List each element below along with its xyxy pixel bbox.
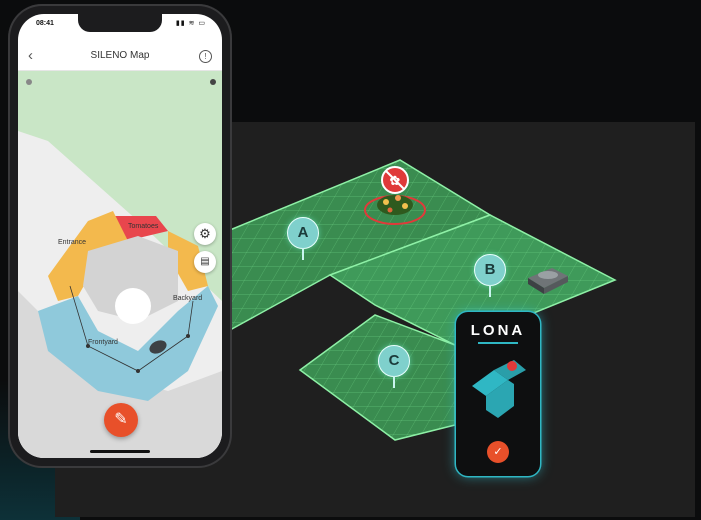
gear-icon[interactable]: ⚙ — [194, 223, 216, 245]
no-go-flower-icon: ✿ — [381, 166, 409, 194]
zone-stem-a — [302, 248, 304, 260]
map-view[interactable]: Tomatoes Entrance Backyard Frontyard ⚙ ▤… — [18, 71, 222, 458]
check-icon: ✓ — [493, 446, 503, 458]
phone-device: 08:41 ▮▮ ≋ ▭ ‹ SILENO Map ! Tomatoes Ent… — [8, 4, 232, 468]
help-circle-icon[interactable]: ! — [199, 50, 212, 63]
page-title: SILENO Map — [90, 50, 150, 61]
map-corner-marker — [26, 79, 32, 85]
garden-map — [18, 71, 222, 458]
map-label-frontyard: Frontyard — [88, 339, 118, 346]
zone-marker-b[interactable]: B — [474, 254, 506, 286]
lona-logo: LONA — [470, 322, 526, 339]
lona-confirm-button[interactable]: ✓ — [487, 441, 509, 463]
status-time: 08:41 — [36, 20, 54, 27]
home-indicator — [90, 450, 150, 453]
lona-map-thumbnail — [472, 360, 526, 418]
zone-stem-c — [393, 376, 395, 388]
map-info-dot[interactable] — [210, 79, 216, 85]
map-label-tomatoes: Tomatoes — [128, 223, 159, 230]
lona-logo-underline — [478, 342, 518, 344]
zone-stem-b — [489, 285, 491, 297]
lona-phone: LONA ✓ — [456, 312, 540, 476]
map-label-entrance: Entrance — [58, 239, 87, 246]
nav-bar: ‹ SILENO Map ! — [18, 44, 222, 71]
pencil-icon[interactable]: ✎ — [104, 403, 138, 437]
zone-marker-a[interactable]: A — [287, 217, 319, 249]
map-label-backyard: Backyard — [173, 295, 203, 302]
layers-icon[interactable]: ▤ — [194, 251, 216, 273]
status-icons: ▮▮ ≋ ▭ — [175, 20, 206, 27]
zone-marker-c[interactable]: C — [378, 345, 410, 377]
phone-notch — [78, 14, 162, 32]
phone-screen: 08:41 ▮▮ ≋ ▭ ‹ SILENO Map ! Tomatoes Ent… — [18, 14, 222, 458]
